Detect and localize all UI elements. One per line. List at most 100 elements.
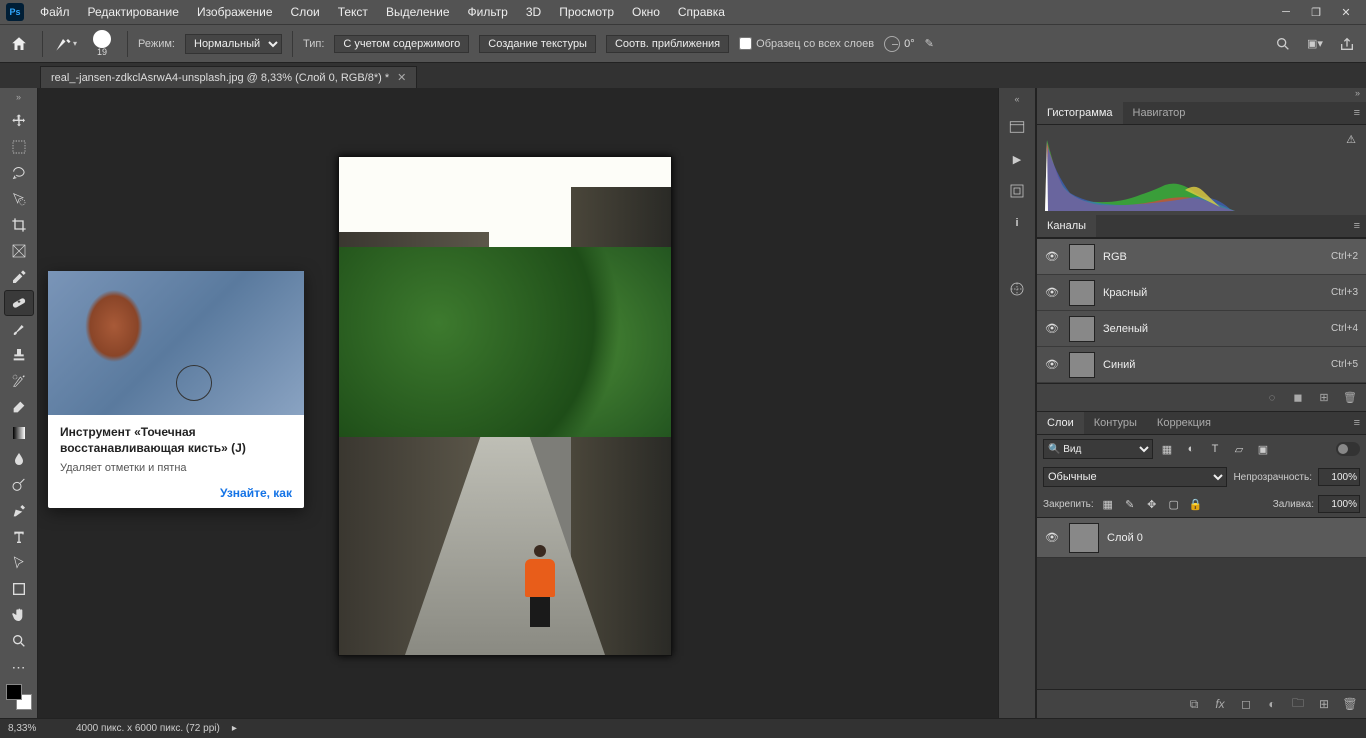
minimize-icon[interactable]: ─ — [1272, 2, 1300, 22]
toolbar-expand-icon[interactable]: » — [4, 92, 34, 106]
move-tool[interactable] — [4, 108, 34, 134]
zoom-tool[interactable] — [4, 628, 34, 654]
opacity-input[interactable] — [1318, 468, 1360, 486]
tool-preset-icon[interactable]: ▾ — [53, 34, 77, 54]
color-swatches[interactable] — [6, 684, 32, 710]
info-panel-icon[interactable]: i — [1004, 210, 1030, 236]
visibility-icon[interactable]: 👁 — [1045, 358, 1061, 371]
marquee-tool[interactable] — [4, 134, 34, 160]
document-info[interactable]: 4000 пикс. x 6000 пикс. (72 ppi) — [76, 723, 220, 734]
delete-layer-icon[interactable]: 🗑 — [1342, 697, 1358, 711]
link-layers-icon[interactable]: ⧉ — [1186, 697, 1202, 712]
menu-edit[interactable]: Редактирование — [80, 3, 187, 21]
menu-3d[interactable]: 3D — [518, 3, 549, 21]
tab-channels[interactable]: Каналы — [1037, 215, 1096, 237]
panels-collapse-icon[interactable]: » — [1037, 88, 1366, 102]
close-icon[interactable]: ✕ — [1332, 2, 1360, 22]
brush-size-picker[interactable]: 19 — [87, 30, 117, 57]
properties-panel-icon[interactable] — [1004, 178, 1030, 204]
document-canvas[interactable] — [338, 156, 672, 656]
lock-position-icon[interactable]: ✥ — [1144, 498, 1160, 511]
histogram-warn-icon[interactable]: ⚠ — [1346, 133, 1356, 146]
brush-tool[interactable] — [4, 316, 34, 342]
tooltip-learn-link[interactable]: Узнайте, как — [60, 486, 292, 500]
tab-layers[interactable]: Слои — [1037, 412, 1084, 434]
eraser-tool[interactable] — [4, 394, 34, 420]
filter-shape-icon[interactable]: ▱ — [1229, 440, 1249, 458]
type-tool[interactable] — [4, 524, 34, 550]
new-channel-icon[interactable]: ⊞ — [1316, 391, 1332, 404]
filter-smart-icon[interactable]: ▣ — [1253, 440, 1273, 458]
type-content-aware-button[interactable]: С учетом содержимого — [334, 35, 469, 53]
menu-layers[interactable]: Слои — [283, 3, 328, 21]
delete-channel-icon[interactable]: 🗑 — [1342, 391, 1358, 404]
layer-item[interactable]: 👁 Слой 0 — [1037, 518, 1366, 558]
sample-all-layers-check[interactable]: Образец со всех слоев — [739, 37, 874, 50]
quick-select-tool[interactable] — [4, 186, 34, 212]
history-brush-tool[interactable] — [4, 368, 34, 394]
menu-help[interactable]: Справка — [670, 3, 733, 21]
channel-row-green[interactable]: 👁ЗеленыйCtrl+4 — [1037, 311, 1366, 347]
angle-control[interactable]: 0° — [884, 36, 915, 52]
canvas-area[interactable]: Инструмент «Точечная восстанавливающая к… — [38, 88, 998, 718]
home-icon[interactable] — [6, 31, 32, 57]
spot-heal-tool[interactable] — [4, 290, 34, 316]
actions-panel-icon[interactable]: ▶ — [1004, 146, 1030, 172]
tab-paths[interactable]: Контуры — [1084, 412, 1147, 434]
type-create-texture-button[interactable]: Создание текстуры — [479, 35, 596, 53]
close-tab-icon[interactable]: ✕ — [397, 71, 406, 84]
zoom-level[interactable]: 8,33% — [8, 723, 64, 734]
lock-pixels-icon[interactable]: ✎ — [1122, 498, 1138, 511]
menu-file[interactable]: Файл — [32, 3, 78, 21]
layer-blend-select[interactable]: Обычные — [1043, 467, 1227, 487]
lasso-tool[interactable] — [4, 160, 34, 186]
panel-menu-icon[interactable]: ≡ — [1348, 103, 1366, 123]
lock-artboard-icon[interactable]: ▢ — [1166, 498, 1182, 511]
adjustment-layer-icon[interactable]: ◐ — [1264, 697, 1280, 711]
filter-toggle[interactable] — [1336, 442, 1360, 456]
channel-row-blue[interactable]: 👁СинийCtrl+5 — [1037, 347, 1366, 383]
visibility-icon[interactable]: 👁 — [1045, 322, 1061, 335]
frame-tool[interactable] — [4, 238, 34, 264]
document-tab[interactable]: real_-jansen-zdkclAsrwA4-unsplash.jpg @ … — [40, 66, 417, 88]
menu-image[interactable]: Изображение — [189, 3, 281, 21]
tab-adjustments[interactable]: Коррекция — [1147, 412, 1221, 434]
layer-fx-icon[interactable]: fx — [1212, 697, 1228, 711]
type-proximity-button[interactable]: Соотв. приближения — [606, 35, 729, 53]
docinfo-chevron-icon[interactable]: ▸ — [232, 723, 237, 734]
path-select-tool[interactable] — [4, 550, 34, 576]
fill-input[interactable] — [1318, 495, 1360, 513]
filter-type-icon[interactable]: T — [1205, 440, 1225, 458]
visibility-icon[interactable]: 👁 — [1045, 286, 1061, 299]
stamp-tool[interactable] — [4, 342, 34, 368]
channels-menu-icon[interactable]: ≡ — [1348, 216, 1366, 236]
hand-tool[interactable] — [4, 602, 34, 628]
layer-mask-icon[interactable]: ◻ — [1238, 697, 1254, 711]
menu-view[interactable]: Просмотр — [551, 3, 622, 21]
channel-row-red[interactable]: 👁КрасныйCtrl+3 — [1037, 275, 1366, 311]
layer-thumbnail[interactable] — [1069, 523, 1099, 553]
pen-tool[interactable] — [4, 498, 34, 524]
layer-name[interactable]: Слой 0 — [1107, 532, 1143, 544]
load-selection-icon[interactable]: ◌ — [1264, 392, 1280, 404]
workspace-icon[interactable]: ▣▾ — [1306, 35, 1324, 53]
blend-mode-select[interactable]: Нормальный — [185, 34, 282, 54]
eyedropper-tool[interactable] — [4, 264, 34, 290]
share-icon[interactable] — [1338, 35, 1356, 53]
layer-group-icon[interactable]: 🗀 — [1290, 694, 1306, 715]
search-icon[interactable] — [1274, 35, 1292, 53]
shape-tool[interactable] — [4, 576, 34, 602]
pressure-icon[interactable]: ✎ — [925, 37, 934, 50]
layer-filter-kind-select[interactable]: 🔍 Вид — [1043, 439, 1153, 459]
menu-filter[interactable]: Фильтр — [460, 3, 516, 21]
dodge-tool[interactable] — [4, 472, 34, 498]
app-logo[interactable]: Ps — [6, 3, 24, 21]
channel-row-rgb[interactable]: 👁RGBCtrl+2 — [1037, 239, 1366, 275]
restore-icon[interactable]: ❐ — [1302, 2, 1330, 22]
save-selection-icon[interactable]: ◼ — [1290, 391, 1306, 404]
visibility-icon[interactable]: 👁 — [1045, 250, 1061, 263]
collapsed-expand-icon[interactable]: « — [1014, 94, 1019, 108]
menu-select[interactable]: Выделение — [378, 3, 458, 21]
edit-toolbar-icon[interactable]: ⋯ — [4, 654, 34, 680]
visibility-icon[interactable]: 👁 — [1045, 531, 1061, 544]
